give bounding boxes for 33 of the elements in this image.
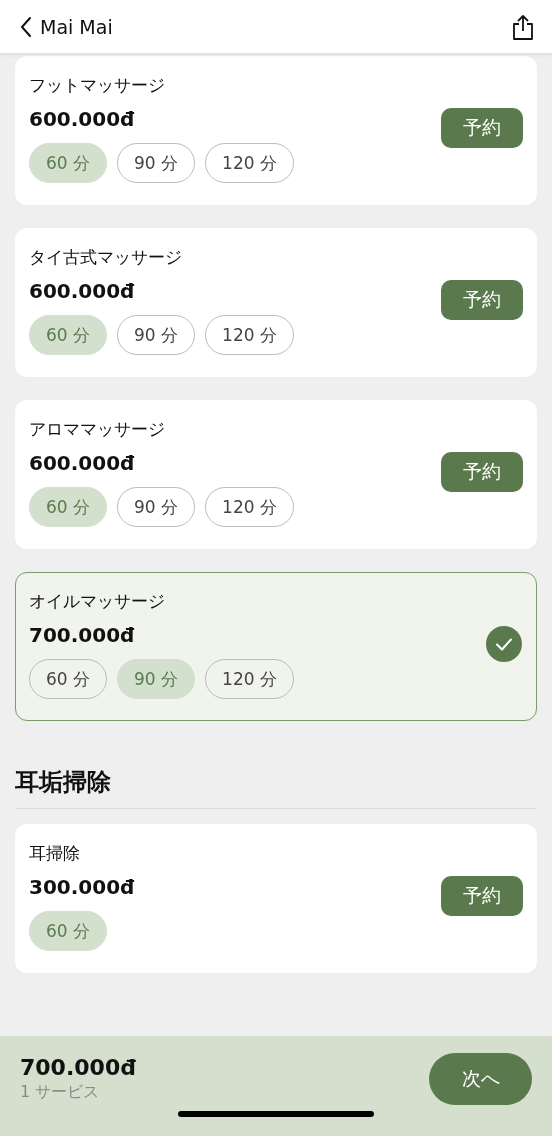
back-button[interactable]: Mai Mai (20, 15, 113, 38)
service-name: アロママッサージ (29, 418, 166, 441)
service-card[interactable]: フットマッサージ 600.000đ 60 分 90 分 120 分 予約 (15, 56, 537, 205)
section-title: 耳垢掃除 (15, 744, 537, 809)
service-name: フットマッサージ (29, 74, 166, 97)
service-price: 600.000đ (29, 106, 136, 132)
back-icon (20, 15, 32, 38)
service-card[interactable]: アロママッサージ 600.000đ 60 分 90 分 120 分 予約 (15, 400, 537, 549)
service-price: 600.000đ (29, 278, 136, 304)
service-card[interactable]: タイ古式マッサージ 600.000đ 60 分 90 分 120 分 予約 (15, 228, 537, 377)
service-count: 1 サービス (20, 1082, 101, 1103)
book-button[interactable]: 予約 (441, 108, 523, 148)
duration-chip[interactable]: 90 分 (117, 659, 196, 699)
service-card[interactable]: オイルマッサージ 700.000đ 60 分 90 分 120 分 (15, 572, 537, 721)
service-price: 700.000đ (29, 622, 136, 648)
book-button[interactable]: 予約 (441, 452, 523, 492)
service-price: 600.000đ (29, 450, 136, 476)
service-price: 300.000đ (29, 874, 136, 900)
duration-chip[interactable]: 60 分 (29, 487, 108, 527)
duration-chip[interactable]: 60 分 (29, 143, 108, 183)
book-button[interactable]: 予約 (441, 876, 523, 916)
check-icon (486, 626, 522, 662)
total-price: 700.000đ (20, 1055, 137, 1080)
service-card[interactable]: 耳掃除 300.000đ 60 分 予約 (15, 824, 537, 973)
book-button[interactable]: 予約 (441, 280, 523, 320)
service-name: 耳掃除 (29, 842, 81, 865)
service-name: タイ古式マッサージ (29, 246, 183, 269)
duration-chip[interactable]: 60 分 (29, 911, 108, 951)
next-button[interactable]: 次へ (429, 1053, 532, 1105)
share-button[interactable] (512, 13, 534, 40)
service-name: オイルマッサージ (29, 590, 166, 613)
duration-chip[interactable]: 60 分 (29, 315, 108, 355)
share-icon (512, 13, 534, 40)
